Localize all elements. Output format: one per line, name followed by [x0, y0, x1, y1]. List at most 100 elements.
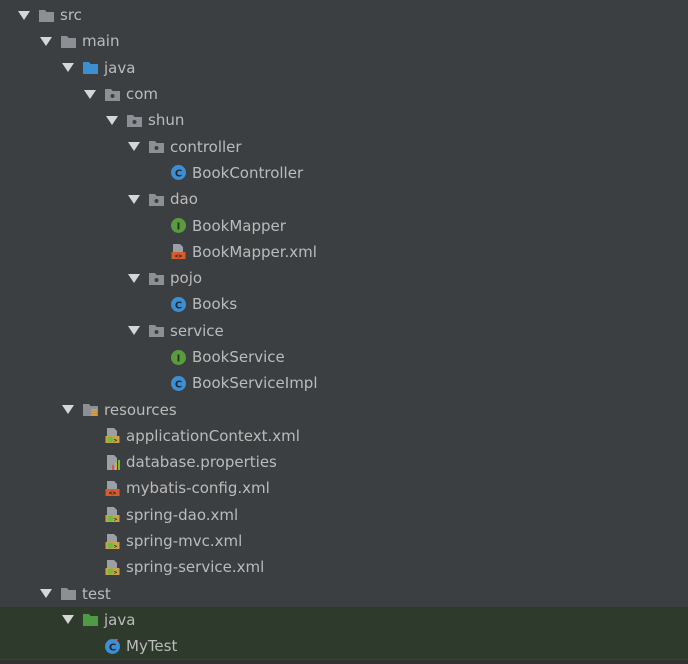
spring-xml-icon: > [104, 427, 121, 444]
expand-arrow-icon[interactable] [61, 61, 75, 75]
tree-row-books[interactable]: C Books [0, 291, 688, 317]
interface-icon: I [170, 217, 187, 234]
tree-row-shun[interactable]: shun [0, 107, 688, 133]
triangle-down-icon [62, 405, 74, 415]
folder-icon [38, 7, 55, 24]
tree-item-label: src [60, 6, 82, 25]
tree-item-label: main [82, 32, 120, 51]
spring-xml-icon: > [104, 506, 121, 523]
package-icon [148, 322, 165, 339]
triangle-down-icon [40, 589, 52, 599]
tree-item-label: database.properties [126, 453, 277, 472]
svg-text:C: C [175, 379, 182, 390]
svg-text:C: C [109, 642, 116, 653]
triangle-down-icon [128, 326, 140, 336]
tree-row-pojo[interactable]: pojo [0, 265, 688, 291]
tree-row-main[interactable]: main [0, 28, 688, 54]
interface-icon: I [170, 349, 187, 366]
expand-arrow-icon[interactable] [127, 271, 141, 285]
class-icon: C [170, 164, 187, 181]
tree-row-com[interactable]: com [0, 81, 688, 107]
tree-item-label: Books [192, 295, 238, 314]
package-icon [148, 270, 165, 287]
expand-arrow-icon[interactable] [127, 192, 141, 206]
package-icon [104, 86, 121, 103]
tree-item-label: mybatis-config.xml [126, 479, 270, 498]
xml-file-icon: <> [104, 480, 121, 497]
svg-text:<>: <> [175, 253, 183, 260]
tree-row-bookservice[interactable]: I BookService [0, 344, 688, 370]
class-icon: C [170, 296, 187, 313]
triangle-down-icon [128, 273, 140, 283]
svg-text:C: C [175, 169, 182, 180]
svg-text:I: I [177, 221, 181, 232]
expand-arrow-icon[interactable] [39, 34, 53, 48]
tree-item-label: BookController [192, 163, 304, 182]
tree-row-bookmapper[interactable]: I BookMapper [0, 212, 688, 238]
tree-item-label: MyTest [126, 637, 178, 656]
spring-xml-icon: > [104, 533, 121, 550]
tree-row-applicationcontext-xml[interactable]: > applicationContext.xml [0, 423, 688, 449]
expand-arrow-icon[interactable] [61, 613, 75, 627]
folder-icon [60, 33, 77, 50]
package-icon [126, 112, 143, 129]
expand-arrow-icon[interactable] [61, 403, 75, 417]
tree-item-label: BookService [192, 348, 285, 366]
tree-item-label: BookMapper.xml [192, 242, 317, 261]
tree-item-label: service [170, 321, 224, 340]
tree-item-label: pojo [170, 269, 203, 288]
triangle-down-icon [62, 615, 74, 625]
tree-row-bookserviceimpl[interactable]: C BookServiceImpl [0, 370, 688, 396]
tree-row-spring-mvc-xml[interactable]: > spring-mvc.xml [0, 528, 688, 554]
triangle-down-icon [62, 63, 74, 73]
tree-item-label: shun [148, 111, 185, 130]
tree-row-src[interactable]: src [0, 2, 688, 28]
expand-arrow-icon[interactable] [83, 87, 97, 101]
expand-arrow-icon[interactable] [39, 587, 53, 601]
tree-item-label: applicationContext.xml [126, 426, 300, 445]
package-icon [148, 191, 165, 208]
tree-row-test[interactable]: test [0, 581, 688, 607]
horizontal-scrollbar-track[interactable] [0, 660, 688, 664]
tree-row-java[interactable]: java [0, 606, 688, 634]
tree-item-label: test [82, 584, 111, 603]
spring-xml-icon: > [104, 559, 121, 576]
svg-text:C: C [175, 300, 182, 311]
svg-text:I: I [177, 353, 181, 364]
expand-arrow-icon[interactable] [127, 140, 141, 154]
expand-arrow-icon[interactable] [17, 8, 31, 22]
tree-item-label: BookMapper [192, 216, 286, 235]
triangle-down-icon [106, 115, 118, 125]
triangle-down-icon [18, 10, 30, 20]
tree-row-resources[interactable]: resources [0, 396, 688, 422]
folder-icon [60, 585, 77, 602]
tree-row-spring-service-xml[interactable]: > spring-service.xml [0, 554, 688, 580]
tree-row-database-properties[interactable]: database.properties [0, 449, 688, 475]
triangle-down-icon [128, 194, 140, 204]
tree-item-label: spring-mvc.xml [126, 532, 243, 551]
package-icon [148, 138, 165, 155]
tree-row-spring-dao-xml[interactable]: > spring-dao.xml [0, 502, 688, 528]
tree-row-mybatis-config-xml[interactable]: <> mybatis-config.xml [0, 475, 688, 501]
tree-item-label: java [104, 58, 136, 77]
tree-row-bookcontroller[interactable]: C BookController [0, 160, 688, 186]
tree-row-service[interactable]: service [0, 318, 688, 344]
expand-arrow-icon[interactable] [127, 324, 141, 338]
test-folder-icon [82, 611, 99, 628]
test-class-icon: C [104, 638, 121, 655]
tree-item-label: com [126, 85, 159, 104]
tree-row-controller[interactable]: controller [0, 133, 688, 159]
tree-row-dao[interactable]: dao [0, 186, 688, 212]
tree-item-label: spring-service.xml [126, 558, 265, 577]
tree-item-label: resources [104, 400, 177, 419]
expand-arrow-icon[interactable] [105, 113, 119, 127]
xml-file-icon: <> [170, 243, 187, 260]
tree-row-java[interactable]: java [0, 55, 688, 81]
class-icon: C [170, 375, 187, 392]
tree-item-label: BookServiceImpl [192, 374, 318, 393]
tree-row-mytest[interactable]: C MyTest [0, 633, 688, 660]
tree-item-label: java [104, 610, 136, 629]
tree-item-label: dao [170, 190, 198, 209]
tree-row-bookmapper-xml[interactable]: <> BookMapper.xml [0, 239, 688, 265]
source-folder-icon [82, 59, 99, 76]
